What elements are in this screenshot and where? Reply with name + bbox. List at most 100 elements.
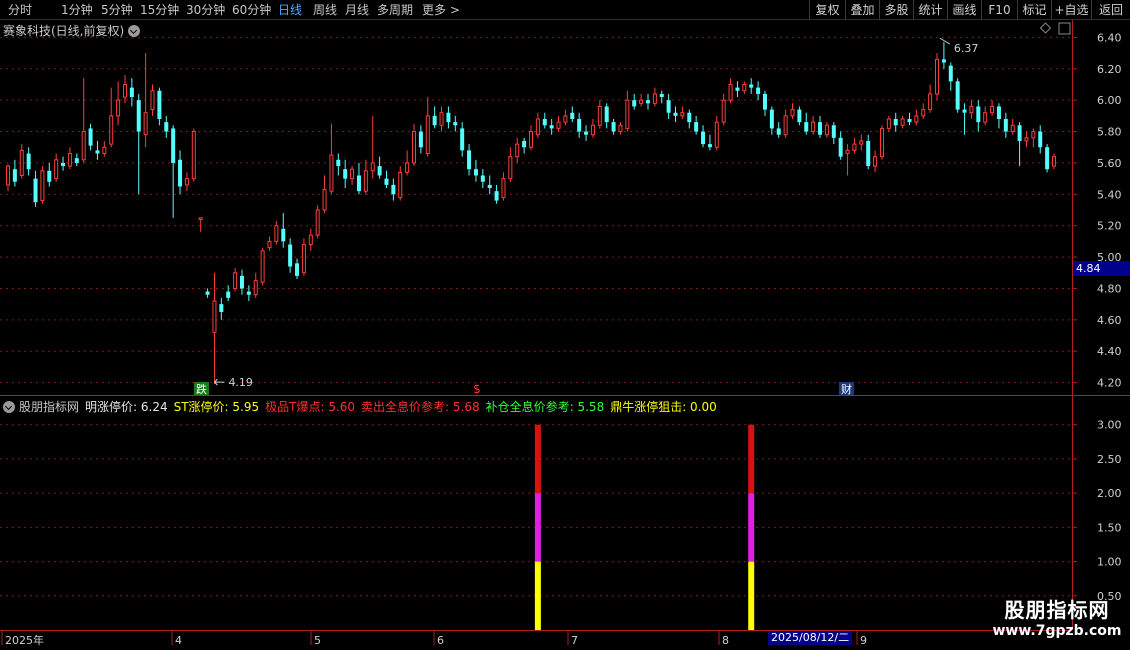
candle-body-down <box>866 140 871 167</box>
candle-body-down <box>962 109 967 113</box>
candle-body-up <box>1031 131 1036 139</box>
period-5[interactable]: 60分钟 <box>232 2 271 18</box>
period-2[interactable]: 5分钟 <box>101 2 133 18</box>
candle-body-up <box>852 143 857 151</box>
candle-body-up <box>329 154 334 192</box>
candle-body-up <box>233 272 238 289</box>
period-8[interactable]: 月线 <box>345 2 369 18</box>
period-3[interactable]: 15分钟 <box>140 2 179 18</box>
indicator-bar-segment <box>748 561 755 630</box>
toolbar-button-3[interactable]: 统计 <box>913 0 947 20</box>
indicator-value-2: 极品T爆点: 5.60 <box>265 400 356 414</box>
date-label: 8 <box>722 634 729 647</box>
chevron-down-icon[interactable] <box>3 401 15 413</box>
toolbar-button-7[interactable]: +自选 <box>1051 0 1091 20</box>
candle-body-up <box>109 115 114 145</box>
indicator-value-5: 鼎牛涨停狙击: 0.00 <box>610 400 717 414</box>
period-6[interactable]: 日线 <box>278 2 302 18</box>
price-tick-label: 6.20 <box>1097 63 1122 76</box>
toolbar-button-4[interactable]: 画线 <box>947 0 981 20</box>
period-1[interactable]: 1分钟 <box>61 2 93 18</box>
candle-body-up <box>150 90 155 111</box>
candle-body-up <box>363 170 368 192</box>
candle-body-up <box>590 124 595 136</box>
period-7[interactable]: 周线 <box>313 2 337 18</box>
toolbar-button-8[interactable]: 返回 <box>1091 0 1130 20</box>
candle-body-up <box>1052 156 1056 167</box>
candle-body-down <box>666 100 671 113</box>
candle-body-down <box>584 131 589 135</box>
date-label: 7 <box>571 634 578 647</box>
stock-title[interactable]: 赛象科技(日线,前复权) <box>3 22 141 39</box>
candle-body-down <box>831 125 836 138</box>
candle-body-down <box>659 93 664 98</box>
candle-body-down <box>673 112 678 116</box>
period-4[interactable]: 30分钟 <box>186 2 225 18</box>
date-label: 6 <box>437 634 444 647</box>
candle-body-up <box>253 280 258 296</box>
date-label: 5 <box>314 634 321 647</box>
candle-body-down <box>136 100 141 132</box>
indicator-bar-segment <box>748 424 755 494</box>
candle-body-down <box>976 106 981 123</box>
candle-body-down <box>570 112 575 119</box>
date-label: 2025年 <box>5 633 44 647</box>
candle-body-down <box>1045 147 1050 170</box>
indicator-value-1: ST涨停价: 5.95 <box>173 400 260 414</box>
toolbar-button-6[interactable]: 标记 <box>1017 0 1051 20</box>
candle-body-up <box>501 178 506 198</box>
candle-body-up <box>783 115 788 136</box>
indicator-tick-label: 2.00 <box>1097 487 1122 500</box>
candle-body-up <box>790 109 795 117</box>
candle-body-up <box>198 217 203 220</box>
cursor-date-label: 2025/08/12/二 <box>768 631 853 645</box>
indicator-tick-label: 1.50 <box>1097 521 1122 534</box>
high-label: 6.37 <box>954 42 979 55</box>
candle-body-down <box>955 81 960 110</box>
candle-body-down <box>756 87 761 94</box>
indicator-name: 股朋指标网 <box>19 400 80 414</box>
candle-body-up <box>928 93 933 111</box>
candle-body-up <box>983 112 988 123</box>
candle-body-down <box>694 122 699 132</box>
toolbar-button-5[interactable]: F10 <box>981 0 1017 20</box>
candle-body-down <box>129 87 134 98</box>
candle-body-down <box>494 191 499 201</box>
period-9[interactable]: 多周期 <box>377 2 413 18</box>
candle-body-down <box>246 291 251 295</box>
candle-body-down <box>1038 131 1043 148</box>
candle-body-down <box>632 100 637 107</box>
candle-body-up <box>969 105 974 114</box>
candle-body-down <box>281 228 286 242</box>
chevron-down-icon[interactable] <box>128 25 141 37</box>
candle-body-up <box>405 162 410 173</box>
candle-body-down <box>467 150 472 170</box>
candle-body-down <box>157 90 162 119</box>
candle-body-down <box>480 175 485 182</box>
price-tick-label: 5.80 <box>1097 126 1122 139</box>
indicator-bar-segment <box>534 493 541 562</box>
candle-body-down <box>460 128 465 151</box>
candle-body-down <box>178 159 183 187</box>
candle-body-up <box>597 105 602 126</box>
candle-body-down <box>164 122 169 132</box>
candle-body-up <box>935 58 940 95</box>
period-0[interactable]: 分时 <box>8 2 32 18</box>
candle-body-up <box>19 149 24 176</box>
candle-body-down <box>336 159 341 167</box>
candle-body-down <box>26 153 31 170</box>
toolbar-button-1[interactable]: 叠加 <box>845 0 879 20</box>
candle-body-up <box>914 115 919 123</box>
candle-body-up <box>102 146 107 155</box>
tag-die: 跌 <box>196 382 207 396</box>
candle-body-down <box>377 166 382 176</box>
candle-body-down <box>735 87 740 91</box>
candle-body-down <box>226 291 231 298</box>
candle-body-down <box>219 304 224 312</box>
candle-body-up <box>535 118 540 136</box>
toolbar-button-0[interactable]: 复权 <box>809 0 845 20</box>
period-10[interactable]: 更多 > <box>422 2 460 18</box>
candlestick-chart[interactable]: 6.406.206.005.805.605.405.205.004.804.60… <box>0 0 1130 650</box>
candle-body-down <box>356 175 361 192</box>
toolbar-button-2[interactable]: 多股 <box>879 0 913 20</box>
